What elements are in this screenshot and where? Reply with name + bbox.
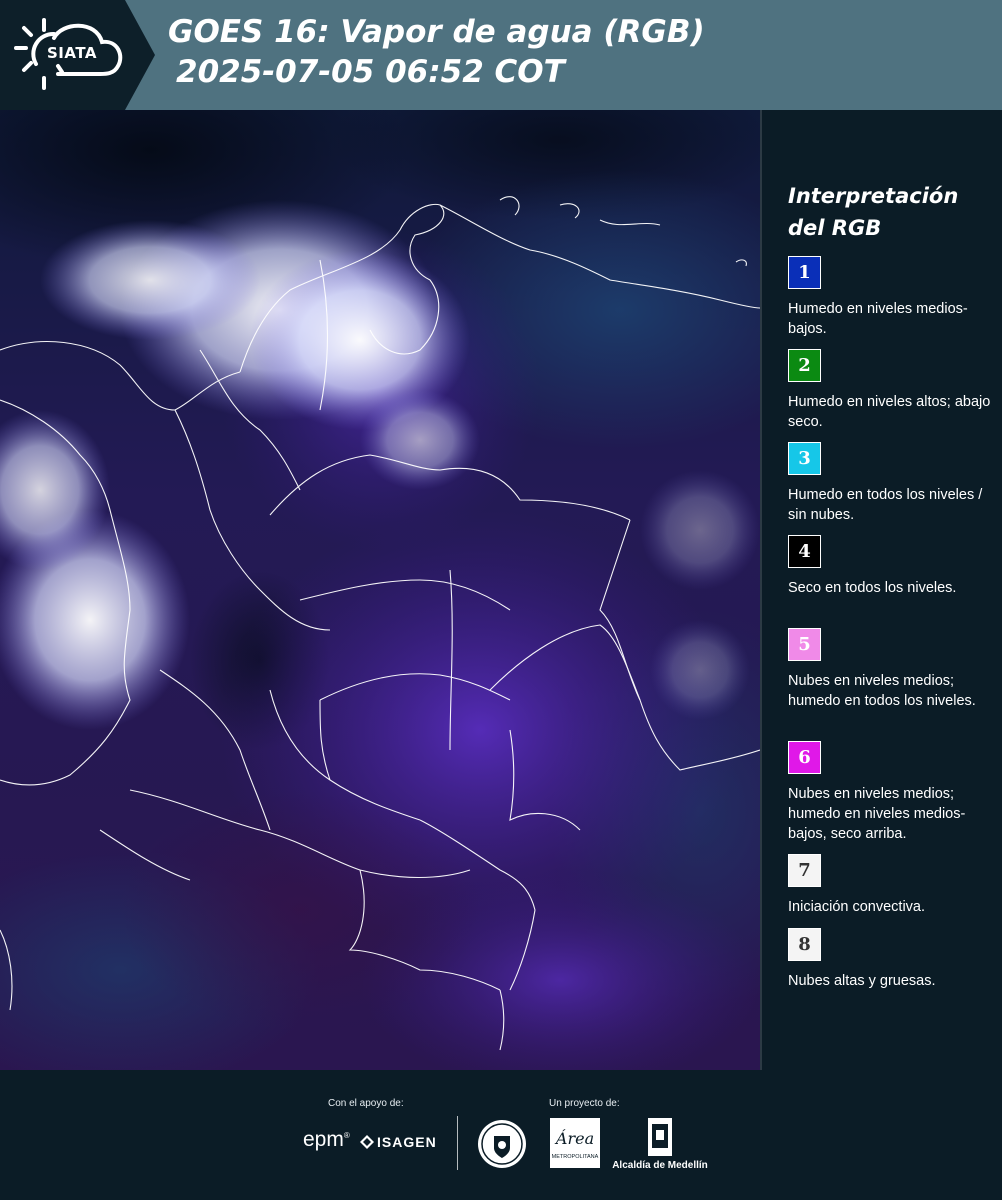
amva-text: Área <box>554 1128 594 1148</box>
satellite-map[interactable] <box>0 110 762 1070</box>
legend-swatch-7: 7 <box>788 854 821 887</box>
antioquia-seal-icon <box>478 1120 526 1168</box>
support-label: Con el apoyo de: <box>328 1098 404 1109</box>
legend-swatch-3: 3 <box>788 442 821 475</box>
legend-description: Seco en todos los niveles. <box>788 580 957 596</box>
logo-text: SIATA <box>47 44 98 62</box>
legend-swatch-5: 5 <box>788 628 821 661</box>
legend-swatch-1: 1 <box>788 256 821 289</box>
legend-description: Nubes altas y gruesas. <box>788 973 936 989</box>
area-metropolitana-icon: Área METROPOLITANA <box>550 1118 600 1168</box>
page-title: GOES 16: Vapor de agua (RGB) <box>168 14 705 50</box>
legend-item: 6 Nubes en niveles medios; humedo en niv… <box>788 741 998 844</box>
legend-item: 8 Nubes altas y gruesas. <box>788 928 998 991</box>
legend-description: Iniciación convectiva. <box>788 899 926 915</box>
epm-text: epm <box>303 1128 344 1151</box>
legend-swatch-4: 4 <box>788 535 821 568</box>
legend-item: 5 Nubes en niveles medios; humedo en tod… <box>788 628 998 711</box>
legend-description: Nubes en niveles medios; humedo en todos… <box>788 673 976 709</box>
header: SIATA GOES 16: Vapor de agua (RGB) 2025-… <box>0 0 1002 110</box>
legend-item: 4 Seco en todos los niveles. <box>788 535 998 598</box>
legend-description: Humedo en niveles altos; abajo seco. <box>788 394 991 430</box>
epm-logo: epm® <box>303 1128 350 1151</box>
amva-sub-text: METROPOLITANA <box>552 1154 599 1160</box>
legend-description: Humedo en niveles medios-bajos. <box>788 301 968 337</box>
isagen-logo: ISAGEN <box>360 1134 437 1150</box>
page-timestamp: 2025-07-05 06:52 COT <box>176 54 565 90</box>
legend-description: Humedo en todos los niveles / sin nubes. <box>788 487 983 523</box>
isagen-text: ISAGEN <box>377 1134 437 1150</box>
legend-item: 7 Iniciación convectiva. <box>788 854 998 917</box>
area-metropolitana-logo: Área METROPOLITANA <box>550 1118 600 1172</box>
legend-swatch-2: 2 <box>788 349 821 382</box>
alcaldia-text: Alcaldía de Medellín <box>612 1160 708 1171</box>
isagen-icon <box>360 1135 374 1149</box>
legend: Interpretación del RGB 1 Humedo en nivel… <box>788 180 990 989</box>
footer-divider <box>457 1116 458 1170</box>
legend-item: 1 Humedo en niveles medios-bajos. <box>788 256 998 339</box>
legend-swatch-6: 6 <box>788 741 821 774</box>
legend-item: 3 Humedo en todos los niveles / sin nube… <box>788 442 998 525</box>
satellite-image <box>0 110 760 1070</box>
alcaldia-shield-icon <box>648 1118 672 1156</box>
siata-logo: SIATA <box>0 0 155 110</box>
legend-description: Nubes en niveles medios; humedo en nivel… <box>788 786 966 842</box>
footer: Con el apoyo de: Un proyecto de: epm® IS… <box>0 1070 1002 1200</box>
legend-title: Interpretación del RGB <box>788 184 959 240</box>
legend-swatch-8: 8 <box>788 928 821 961</box>
legend-item: 2 Humedo en niveles altos; abajo seco. <box>788 349 998 432</box>
project-label: Un proyecto de: <box>549 1098 620 1109</box>
